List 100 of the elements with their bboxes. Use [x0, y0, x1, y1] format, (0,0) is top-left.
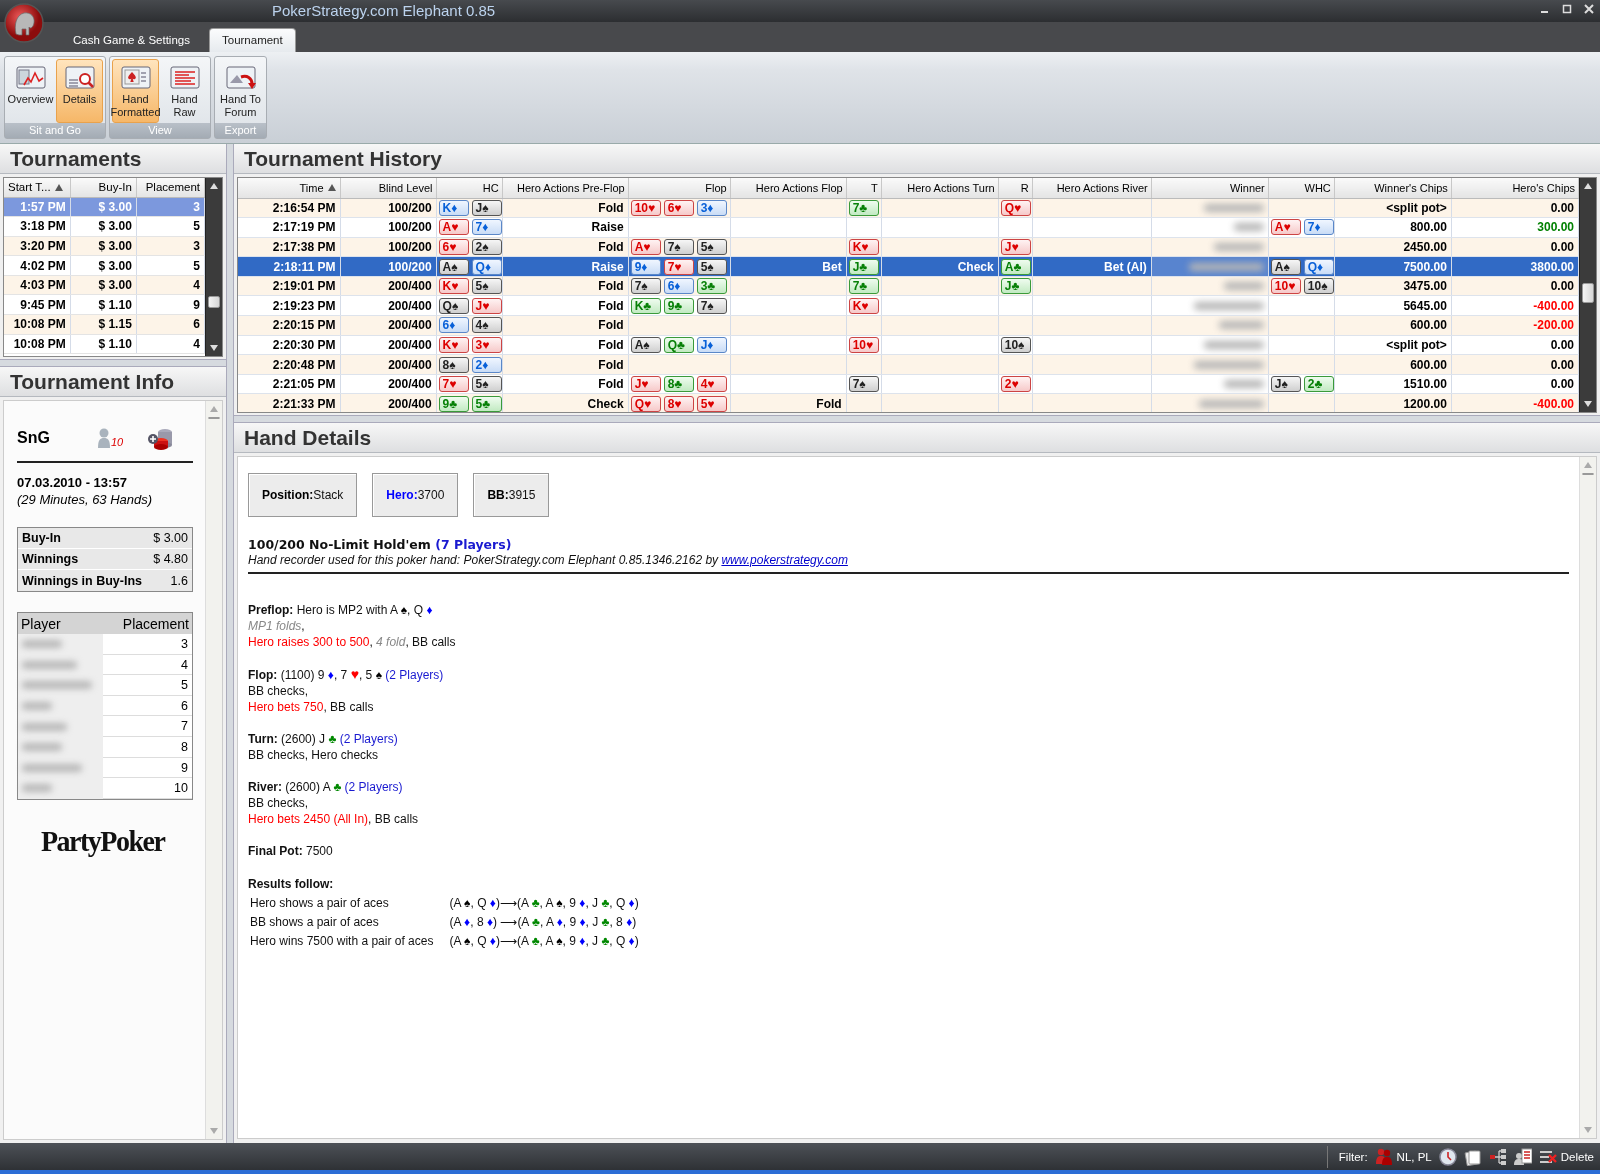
ribbon-button[interactable]: Hand Raw	[161, 59, 208, 123]
table-cell: 200/400	[340, 335, 437, 355]
column-header[interactable]: Hero Actions Flop	[730, 178, 847, 198]
column-header[interactable]: Flop	[628, 178, 731, 198]
column-header[interactable]: HC	[436, 178, 503, 198]
table-cell: 2:17:38 PM	[238, 237, 341, 257]
column-header[interactable]: R	[998, 178, 1033, 198]
playing-card: 7♠	[663, 239, 694, 255]
table-row[interactable]: 10:08 PM $ 1.15 6	[4, 314, 205, 335]
blurred-name	[1213, 243, 1264, 251]
website-link[interactable]: www.pokerstrategy.com	[721, 553, 848, 567]
playing-card: 5♠	[696, 258, 727, 275]
pane-title: Tournament History	[234, 144, 1600, 174]
hand-line: Final Pot: 7500	[248, 843, 334, 859]
table-cell: Raise	[502, 217, 629, 238]
table-row[interactable]: 2:21:33 PM 200/400 9♣ 5♣ Check Q♥ 8♥ 5♥ Fold 1200.00 -400.00	[238, 393, 1579, 412]
playing-card: 7♦	[1303, 219, 1334, 236]
column-header[interactable]: Time	[238, 178, 341, 198]
column-header[interactable]: Hero Actions Pre-Flop	[502, 178, 629, 198]
column-header[interactable]: T	[846, 178, 882, 198]
playing-card: J♥	[471, 297, 502, 314]
table-row[interactable]: 4:02 PM $ 3.00 5	[4, 255, 205, 276]
table-row[interactable]: 9:45 PM $ 1.10 9	[4, 294, 205, 315]
playing-card: 9♦	[630, 258, 661, 275]
pane-title: Hand Details	[234, 423, 1600, 453]
hand-line: Flop: (1100) 9 ♦, 7 ♥, 5 ♠ (2 Players)	[248, 666, 445, 683]
close-icon[interactable]	[1584, 4, 1594, 14]
table-row[interactable]: 2:19:01 PM 200/400 K♥ 5♠ Fold 7♠ 6♦ 3♣ 7♣ J♣ 10♥ 10♠ 3475.00 0.00	[238, 276, 1579, 296]
result-hand: (A ♠, Q ♦)⟶(A ♣, A ♠, 9 ♦, J ♣, Q ♦)	[448, 894, 640, 912]
blurred-name	[1198, 399, 1264, 408]
column-header[interactable]: Start T...	[4, 178, 71, 197]
column-header[interactable]: Hero Actions Turn	[881, 178, 999, 198]
hand-line: BB checks, Hero checks	[248, 747, 380, 763]
blurred-name	[22, 784, 52, 793]
table-cell: Fold	[502, 335, 629, 355]
table-row[interactable]: 2:19:23 PM 200/400 Q♠ J♥ Fold K♣ 9♣ 7♠ K♥ 5645.00 -400.00	[238, 295, 1579, 316]
ribbon-button[interactable]: Hand To Forum	[217, 59, 264, 123]
table-cell: 5645.00	[1334, 295, 1452, 316]
playing-card: K♥	[438, 336, 469, 353]
chart-icon	[14, 63, 47, 91]
cards-icon[interactable]	[1463, 1147, 1482, 1166]
blurred-name	[22, 640, 62, 649]
playing-card: 5♠	[696, 239, 727, 255]
table-row[interactable]: 2:16:54 PM 100/200 K♦ J♠ Fold 10♥ 6♥ 3♦ 7♣ Q♥ <split pot> 0.00	[238, 198, 1579, 218]
scrollbar[interactable]	[205, 178, 222, 356]
table-cell: 2:20:48 PM	[238, 354, 341, 375]
table-row[interactable]: 2:20:30 PM 200/400 K♥ 3♥ Fold A♠ Q♣ J♦ 10♥ 10♠ <split pot> 0.00	[238, 335, 1579, 355]
hand-line: Hero bets 750, BB calls	[248, 699, 375, 715]
table-cell: 0.00	[1451, 335, 1579, 355]
column-header[interactable]: Blind Level	[340, 178, 437, 198]
table-cell: 9	[136, 294, 205, 315]
table-row[interactable]: 2:17:19 PM 100/200 A♥ 7♦ Raise A♥ 7♦ 800.00 300.00	[238, 217, 1579, 238]
player-count: 10	[111, 436, 124, 448]
summary-value: $ 3.00	[153, 531, 188, 545]
ribbon-tab[interactable]: Tournament	[209, 28, 296, 52]
table-row[interactable]: 10:08 PM $ 1.10 4	[4, 334, 205, 354]
column-header[interactable]: WHC	[1268, 178, 1335, 198]
filter-button[interactable]: NL, PL	[1374, 1148, 1432, 1165]
column-header[interactable]: Winner's Chips	[1334, 178, 1452, 198]
summary-label: Winnings in Buy-Ins	[22, 573, 143, 588]
result-hand: (A ♦, 8 ♦) ⟶(A ♣, A ♦, 9 ♦, J ♣, 8 ♦)	[448, 913, 638, 931]
table-row[interactable]: 4:03 PM $ 3.00 4	[4, 275, 205, 295]
ribbon-tab[interactable]: Cash Game & Settings	[60, 28, 203, 52]
column-header: Placement	[122, 615, 189, 632]
people-icon	[1374, 1148, 1393, 1165]
playing-card: 10♠	[1000, 336, 1031, 353]
column-header[interactable]: Buy-In	[70, 178, 137, 197]
table-row[interactable]: 3:20 PM $ 3.00 3	[4, 236, 205, 256]
ribbon-button[interactable]: Hand Formatted	[112, 59, 159, 123]
playing-card: J♣	[848, 258, 879, 275]
playing-card: Q♥	[630, 395, 661, 412]
table-row[interactable]: 2:20:48 PM 200/400 8♠ 2♦ Fold 600.00 0.00	[238, 354, 1579, 375]
table-row[interactable]: 2:20:15 PM 200/400 6♦ 4♠ Fold 600.00 -200.00	[238, 315, 1579, 336]
playing-card: A♥	[630, 239, 661, 255]
playing-card: 7♥	[663, 258, 694, 275]
table-row[interactable]: 2:17:38 PM 100/200 6♥ 2♠ Fold A♥ 7♠ 5♠ K♥ J♥ 2450.00 0.00	[238, 237, 1579, 257]
playing-card: 3♥	[471, 336, 502, 353]
clock-icon[interactable]	[1438, 1147, 1457, 1166]
table-cell: $ 1.10	[70, 294, 137, 315]
delete-button[interactable]: Delete	[1538, 1148, 1594, 1165]
table-cell: 200/400	[340, 295, 437, 316]
column-header[interactable]: Placement	[136, 178, 205, 197]
column-header[interactable]: Winner	[1151, 178, 1269, 198]
maximize-icon[interactable]	[1562, 4, 1572, 14]
playing-card: 7♠	[848, 376, 879, 393]
table-cell: 1:57 PM	[4, 197, 71, 217]
scrollbar[interactable]	[1579, 178, 1596, 412]
blurred-name	[1193, 301, 1264, 310]
table-row[interactable]: 2:18:11 PM 100/200 A♠ Q♦ Raise 9♦ 7♥ 5♠ Bet J♣ Check A♣ Bet (AI) A♠ Q♦ 7500.00 3800.00	[238, 256, 1579, 277]
ribbon-button[interactable]: Overview	[7, 59, 54, 123]
playing-card: 4♥	[696, 376, 727, 393]
table-cell: 2:20:30 PM	[238, 335, 341, 355]
table-row[interactable]: 2:21:05 PM 200/400 7♥ 5♠ Fold J♥ 8♣ 4♥ 7♠ 2♥ J♠ 2♣ 1510.00 0.00	[238, 374, 1579, 394]
ribbon-button[interactable]: Details	[56, 59, 103, 123]
column-header[interactable]: Hero's Chips	[1451, 178, 1579, 198]
table-row[interactable]: 3:18 PM $ 3.00 5	[4, 216, 205, 237]
recorder-note: Hand recorder used for this poker hand: PokerStrategy.com Elephant 0.85.1346.2162 by www.pokerstrategy.com	[248, 553, 849, 567]
column-header[interactable]: Hero Actions River	[1032, 178, 1152, 198]
report-icon[interactable]	[1513, 1147, 1532, 1166]
tree-icon[interactable]	[1488, 1147, 1507, 1166]
